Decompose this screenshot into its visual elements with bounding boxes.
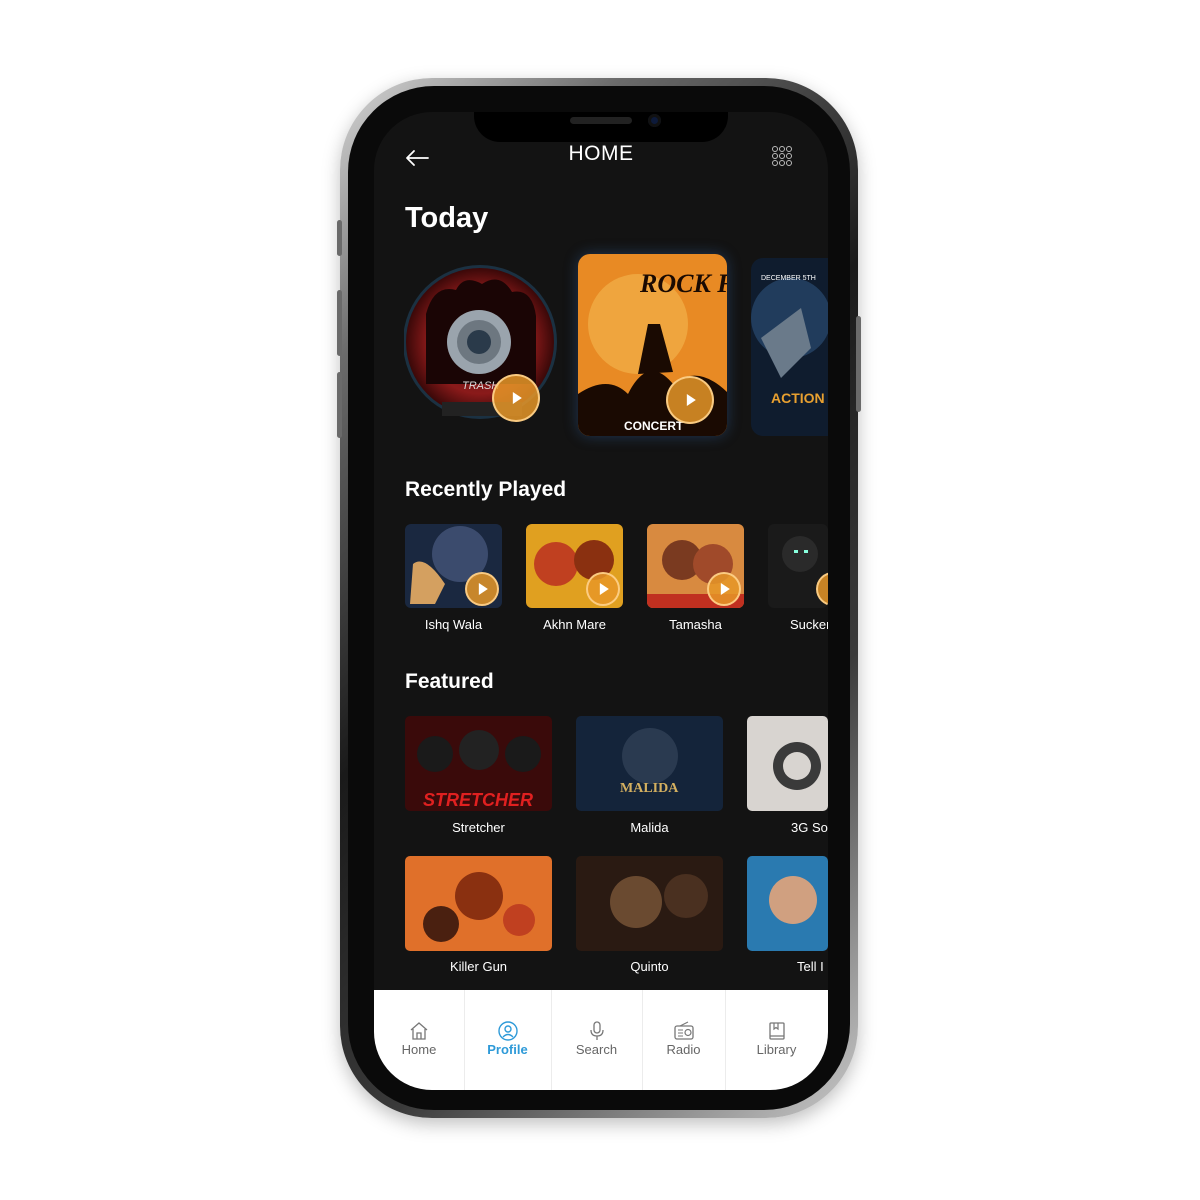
featured-label: Killer Gun: [449, 959, 508, 974]
recent-label: Ishq Wala: [424, 617, 483, 632]
section-title-featured: Featured: [405, 670, 494, 693]
top-bar: HOME: [374, 138, 828, 180]
play-button[interactable]: [465, 572, 499, 606]
featured-label: Stretcher: [452, 820, 505, 835]
speaker: [570, 117, 632, 124]
featured-card-3g-so[interactable]: [747, 716, 828, 811]
tab-profile[interactable]: Profile: [464, 990, 552, 1090]
app-screen: HOME Today TRASH ROCK CONCERT DECEMBER 5…: [374, 112, 828, 1090]
recent-label: Sucker: [790, 617, 828, 632]
play-button[interactable]: [586, 572, 620, 606]
side-button-volume-down: [337, 372, 342, 438]
recent-card-sucker[interactable]: [768, 524, 828, 608]
featured-card-stretcher[interactable]: STRETCHER: [405, 716, 552, 811]
rock-art-subtitle: CONCERT: [624, 419, 684, 433]
action-art-date: DECEMBER 5TH: [761, 275, 816, 282]
play-button[interactable]: [707, 572, 741, 606]
recent-card-akhn-mare[interactable]: [526, 524, 623, 608]
bottom-tab-bar: Home Profile Search Radio Library: [374, 990, 828, 1090]
today-card-cd[interactable]: TRASH: [403, 254, 560, 436]
action-jack-poster: DECEMBER 5TH ACTION JACK: [751, 258, 828, 436]
recent-label: Akhn Mare: [543, 617, 606, 632]
tab-label: Home: [401, 1042, 437, 1057]
tab-label: Profile: [487, 1042, 528, 1057]
recent-card-tamasha[interactable]: [647, 524, 744, 608]
featured-label: 3G So: [791, 820, 828, 835]
rock-art-title: ROCK FESTIVAL: [639, 269, 727, 298]
grid-menu-icon[interactable]: [772, 146, 792, 166]
tab-library[interactable]: Library: [725, 990, 828, 1090]
action-art-title: ACTION JACK: [771, 390, 828, 406]
side-button-power: [856, 316, 861, 412]
featured-label: Tell I: [797, 959, 824, 974]
profile-icon: [497, 1021, 518, 1041]
featured-card-malida[interactable]: MALIDA: [576, 716, 723, 811]
tab-label: Search: [575, 1042, 618, 1057]
tab-radio[interactable]: Radio: [642, 990, 726, 1090]
section-title-recently-played: Recently Played: [405, 478, 567, 501]
stretcher-art: STRETCHER: [405, 716, 552, 811]
malida-art-text: MALIDA: [620, 781, 679, 796]
recent-label: Tamasha: [669, 617, 722, 632]
side-button-silent: [337, 220, 342, 256]
featured-card-tell[interactable]: [747, 856, 828, 951]
radio-icon: [673, 1021, 694, 1040]
book-icon: [768, 1022, 785, 1040]
tab-search[interactable]: Search: [551, 990, 643, 1090]
camera: [648, 114, 661, 127]
mic-icon: [589, 1021, 604, 1040]
side-button-volume-up: [337, 290, 342, 356]
section-title-today: Today: [405, 202, 489, 234]
tab-label: Radio: [666, 1042, 701, 1057]
home-icon: [410, 1022, 428, 1040]
malida-art: MALIDA: [576, 716, 723, 811]
play-button[interactable]: [492, 374, 540, 422]
today-card-rock-festival[interactable]: ROCK FESTIVAL CONCERT: [578, 254, 727, 436]
featured-card-quinto[interactable]: [576, 856, 723, 951]
play-button[interactable]: [666, 376, 714, 424]
featured-label: Quinto: [630, 959, 669, 974]
recent-card-ishq-wala[interactable]: [405, 524, 502, 608]
tab-home[interactable]: Home: [374, 990, 465, 1090]
stretcher-art-text: STRETCHER: [423, 790, 533, 810]
killer-gun-art: [405, 856, 552, 951]
quinto-art: [576, 856, 723, 951]
featured-label: Malida: [630, 820, 669, 835]
featured-card-killer-gun[interactable]: [405, 856, 552, 951]
3g-so-art: [747, 716, 828, 811]
tab-label: Library: [756, 1042, 797, 1057]
tell-art: [747, 856, 828, 951]
today-card-action-jack[interactable]: DECEMBER 5TH ACTION JACK: [751, 258, 828, 436]
page-title: HOME: [568, 142, 634, 165]
